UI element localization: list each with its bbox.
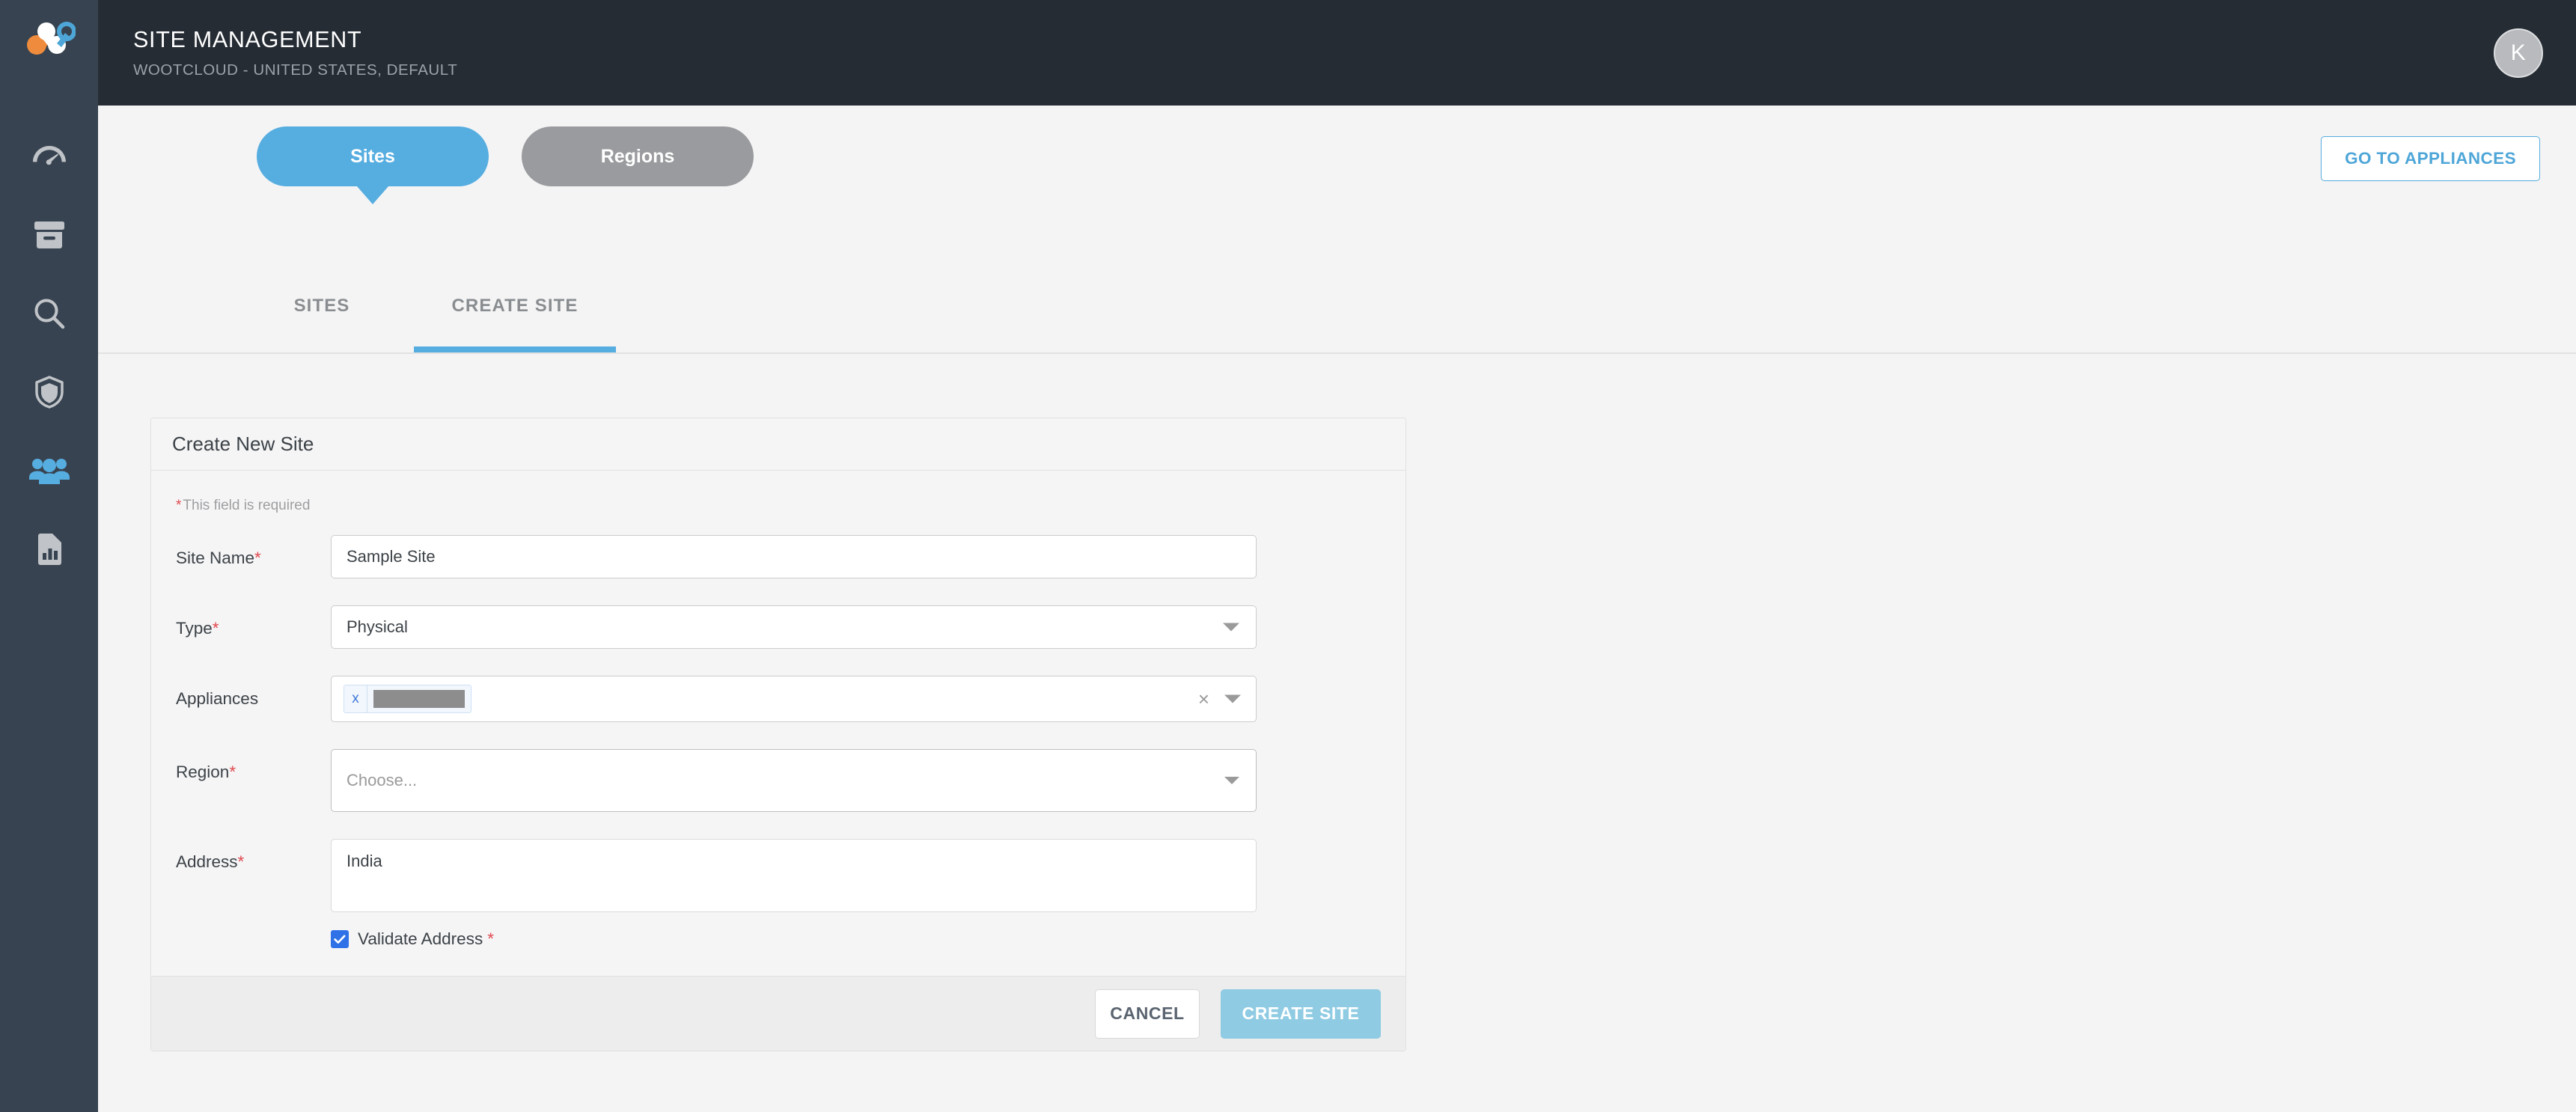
main-content: Sites Regions GO TO APPLIANCES SITES CRE… <box>98 106 2576 1112</box>
chevron-down-icon[interactable] <box>1224 694 1241 703</box>
chip-redacted-label <box>373 690 465 708</box>
sub-tab-bar: SITES CREATE SITE <box>230 293 2576 352</box>
type-select-value: Physical <box>347 617 408 636</box>
sidebar <box>0 0 98 1112</box>
label-appliances: Appliances <box>176 676 331 709</box>
validate-address-row: Validate Address * <box>331 929 1257 949</box>
cancel-button[interactable]: CANCEL <box>1095 989 1200 1039</box>
top-header-bar: SITE MANAGEMENT WOOTCLOUD - UNITED STATE… <box>98 0 2576 106</box>
sidebar-item-security[interactable] <box>0 352 98 431</box>
label-region-star: * <box>229 763 236 781</box>
control-appliances: x × <box>331 676 1257 722</box>
header-title-block: SITE MANAGEMENT WOOTCLOUD - UNITED STATE… <box>133 26 457 79</box>
chip-remove-icon[interactable]: x <box>344 685 367 712</box>
field-row-region: Region* Choose... <box>151 749 1405 812</box>
required-field-note: * This field is required <box>176 498 1405 514</box>
field-row-site-name: Site Name* <box>151 535 1405 578</box>
report-chart-icon <box>36 533 63 566</box>
label-address-star: * <box>237 852 245 871</box>
label-site-name: Site Name* <box>176 535 331 568</box>
label-type-text: Type <box>176 619 213 638</box>
sidebar-item-search[interactable] <box>0 274 98 352</box>
label-region-text: Region <box>176 763 230 781</box>
sidebar-item-inventory[interactable] <box>0 195 98 274</box>
create-site-button[interactable]: CREATE SITE <box>1221 989 1381 1039</box>
control-type: Physical <box>331 605 1257 649</box>
site-name-input[interactable] <box>331 535 1257 578</box>
people-group-icon <box>28 457 70 484</box>
region-select[interactable]: Choose... <box>331 749 1257 812</box>
sidebar-item-reports[interactable] <box>0 510 98 588</box>
tab-sites[interactable]: SITES <box>230 293 414 352</box>
breadcrumb: WOOTCLOUD - UNITED STATES, DEFAULT <box>133 61 458 79</box>
sidebar-item-dashboard[interactable] <box>0 117 98 195</box>
tab-create-site[interactable]: CREATE SITE <box>414 293 616 352</box>
region-placeholder: Choose... <box>347 771 418 789</box>
type-select[interactable]: Physical <box>331 605 1257 649</box>
card-body: *This field is required Site Name* Type* <box>151 471 1405 976</box>
dashboard-gauge-icon <box>30 143 69 170</box>
section-pill-group: Sites Regions <box>257 126 754 186</box>
label-address-text: Address <box>176 852 238 871</box>
label-address: Address* <box>176 839 331 872</box>
page-title: SITE MANAGEMENT <box>133 27 362 53</box>
card-title: Create New Site <box>172 433 314 455</box>
pill-regions[interactable]: Regions <box>522 126 754 186</box>
pill-sites[interactable]: Sites <box>257 126 489 186</box>
validate-address-star: * <box>487 929 494 948</box>
app-logo[interactable] <box>0 0 98 78</box>
sidebar-item-sites[interactable] <box>0 431 98 510</box>
sidebar-nav <box>0 117 98 588</box>
appliance-chip: x <box>344 685 471 713</box>
validate-address-label: Validate Address <box>358 929 483 948</box>
card-header: Create New Site <box>151 418 1405 471</box>
required-note-star: * <box>176 498 182 513</box>
field-row-address: Address* Validate Address * <box>151 839 1405 949</box>
label-region: Region* <box>176 749 331 782</box>
address-textarea[interactable] <box>331 839 1257 912</box>
label-type: Type* <box>176 605 331 638</box>
field-row-type: Type* Physical <box>151 605 1405 649</box>
clear-all-icon[interactable]: × <box>1198 689 1209 709</box>
control-address: Validate Address * <box>331 839 1257 949</box>
go-to-appliances-button[interactable]: GO TO APPLIANCES <box>2321 136 2540 181</box>
label-site-name-text: Site Name <box>176 549 255 567</box>
chevron-down-icon[interactable] <box>1223 623 1239 632</box>
required-note-text: This field is required <box>183 498 311 513</box>
create-site-card: Create New Site * This field is required … <box>150 418 1406 1051</box>
label-appliances-text: Appliances <box>176 689 259 708</box>
field-row-appliances: Appliances x × <box>151 676 1405 722</box>
search-icon <box>33 297 66 330</box>
shield-icon <box>34 375 64 409</box>
control-site-name <box>331 535 1257 578</box>
appliances-multiselect[interactable]: x × <box>331 676 1257 722</box>
card-footer: CANCEL CREATE SITE <box>151 976 1405 1051</box>
inventory-box-icon <box>34 219 65 251</box>
wootcloud-logo-icon <box>23 16 76 62</box>
control-region: Choose... <box>331 749 1257 812</box>
label-type-star: * <box>212 619 219 638</box>
avatar[interactable]: K <box>2494 28 2543 78</box>
chevron-down-icon[interactable] <box>1224 777 1239 784</box>
validate-address-checkbox[interactable] <box>331 930 349 948</box>
label-site-name-star: * <box>254 549 261 567</box>
tab-divider <box>98 352 2576 354</box>
